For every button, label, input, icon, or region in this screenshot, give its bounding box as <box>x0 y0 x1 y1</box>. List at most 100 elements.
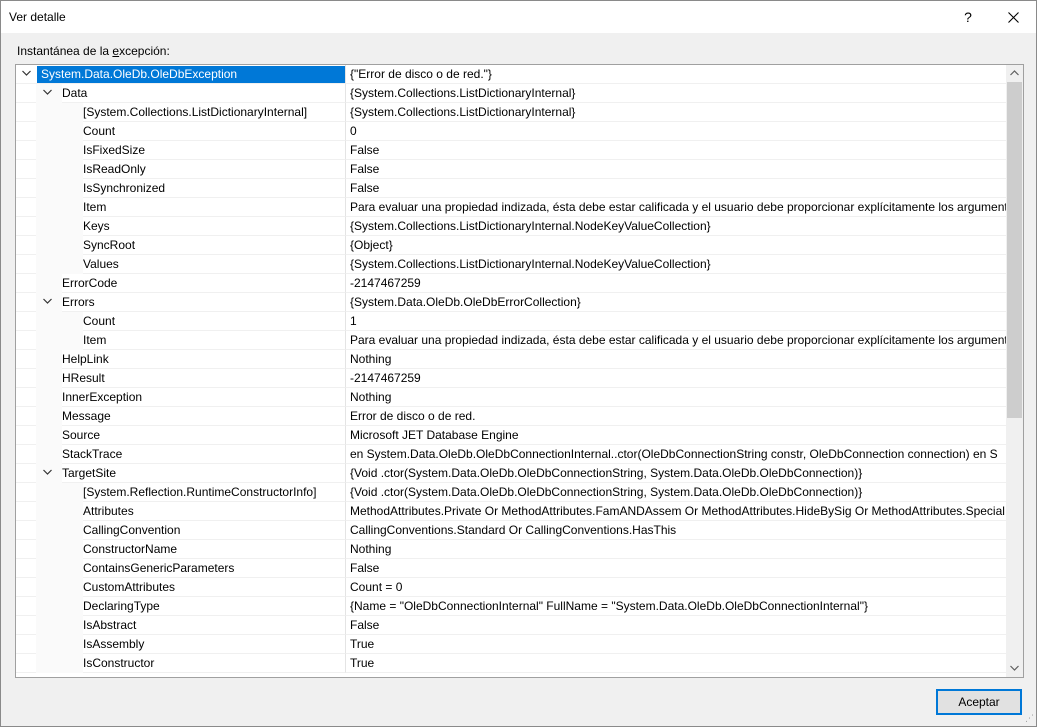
resize-grip-icon[interactable]: ⋰ <box>1022 712 1034 724</box>
tree-row[interactable]: Attributes MethodAttributes.Private Or Me… <box>16 502 1006 521</box>
property-name-cell[interactable]: [System.Collections.ListDictionaryIntern… <box>16 103 345 122</box>
property-name-cell[interactable]: Attributes <box>16 502 345 521</box>
tree-row[interactable]: IsFixedSize False <box>16 141 1006 160</box>
tree-row[interactable]: Count 1 <box>16 312 1006 331</box>
property-name-cell[interactable]: Data <box>16 84 345 103</box>
property-value[interactable]: en System.Data.OleDb.OleDbConnectionInte… <box>345 445 1006 464</box>
property-value[interactable]: Para evaluar una propiedad indizada, ést… <box>345 198 1006 217</box>
accept-button[interactable]: Aceptar <box>936 689 1022 715</box>
tree-row[interactable]: Item Para evaluar una propiedad indizada,… <box>16 198 1006 217</box>
property-name-cell[interactable]: SyncRoot <box>16 236 345 255</box>
property-value[interactable]: False <box>345 160 1006 179</box>
tree-row[interactable]: Message Error de disco o de red. <box>16 407 1006 426</box>
chevron-down-icon[interactable] <box>40 464 54 482</box>
property-name-cell[interactable]: Item <box>16 331 345 350</box>
property-value[interactable]: {System.Collections.ListDictionaryIntern… <box>345 255 1006 274</box>
property-value[interactable]: {Name = "OleDbConnectionInternal" FullNa… <box>345 597 1006 616</box>
property-value[interactable]: False <box>345 616 1006 635</box>
property-value[interactable]: {System.Collections.ListDictionaryIntern… <box>345 84 1006 103</box>
chevron-down-icon[interactable] <box>1006 660 1023 677</box>
property-value[interactable]: -2147467259 <box>345 274 1006 293</box>
property-name-cell[interactable]: IsConstructor <box>16 654 345 673</box>
tree-row[interactable]: ConstructorName Nothing <box>16 540 1006 559</box>
property-value[interactable]: False <box>345 559 1006 578</box>
property-name-cell[interactable]: Count <box>16 122 345 141</box>
tree-row[interactable]: InnerException Nothing <box>16 388 1006 407</box>
tree-row[interactable]: ContainsGenericParameters False <box>16 559 1006 578</box>
property-value[interactable]: Nothing <box>345 388 1006 407</box>
tree-row[interactable]: IsReadOnly False <box>16 160 1006 179</box>
property-value[interactable]: Count = 0 <box>345 578 1006 597</box>
property-value[interactable]: MethodAttributes.Private Or MethodAttrib… <box>345 502 1006 521</box>
property-value[interactable]: {"Error de disco o de red."} <box>345 65 1006 84</box>
tree-row[interactable]: System.Data.OleDb.OleDbException {"Error … <box>16 65 1006 84</box>
vertical-scrollbar[interactable] <box>1006 65 1023 677</box>
property-name-cell[interactable]: IsAbstract <box>16 616 345 635</box>
property-name-cell[interactable]: System.Data.OleDb.OleDbException <box>16 65 345 84</box>
property-name-cell[interactable]: IsAssembly <box>16 635 345 654</box>
scrollbar-thumb[interactable] <box>1007 82 1022 418</box>
property-name-cell[interactable]: HResult <box>16 369 345 388</box>
property-value[interactable]: True <box>345 635 1006 654</box>
exception-tree[interactable]: System.Data.OleDb.OleDbException {"Error … <box>15 64 1024 678</box>
tree-row[interactable]: SyncRoot {Object} <box>16 236 1006 255</box>
tree-row[interactable]: [System.Reflection.RuntimeConstructorInf… <box>16 483 1006 502</box>
property-name-cell[interactable]: IsReadOnly <box>16 160 345 179</box>
tree-row[interactable]: Source Microsoft JET Database Engine <box>16 426 1006 445</box>
property-name-cell[interactable]: IsSynchronized <box>16 179 345 198</box>
property-name-cell[interactable]: DeclaringType <box>16 597 345 616</box>
tree-row[interactable]: IsAbstract False <box>16 616 1006 635</box>
tree-row[interactable]: HelpLink Nothing <box>16 350 1006 369</box>
property-value[interactable]: CallingConventions.Standard Or CallingCo… <box>345 521 1006 540</box>
property-value[interactable]: False <box>345 179 1006 198</box>
property-name-cell[interactable]: [System.Reflection.RuntimeConstructorInf… <box>16 483 345 502</box>
chevron-up-icon[interactable] <box>1006 65 1023 82</box>
property-value[interactable]: 0 <box>345 122 1006 141</box>
property-value[interactable]: {Void .ctor(System.Data.OleDb.OleDbConne… <box>345 464 1006 483</box>
property-name-cell[interactable]: HelpLink <box>16 350 345 369</box>
property-name-cell[interactable]: Count <box>16 312 345 331</box>
tree-row[interactable]: IsConstructor True <box>16 654 1006 673</box>
tree-row[interactable]: IsAssembly True <box>16 635 1006 654</box>
property-name-cell[interactable]: StackTrace <box>16 445 345 464</box>
property-value[interactable]: Nothing <box>345 350 1006 369</box>
property-value[interactable]: {System.Collections.ListDictionaryIntern… <box>345 217 1006 236</box>
property-name-cell[interactable]: InnerException <box>16 388 345 407</box>
property-name-cell[interactable]: Keys <box>16 217 345 236</box>
tree-row[interactable]: Data {System.Collections.ListDictionaryIn… <box>16 84 1006 103</box>
tree-row[interactable]: StackTrace en System.Data.OleDb.OleDbCon… <box>16 445 1006 464</box>
chevron-down-icon[interactable] <box>40 84 54 102</box>
close-button[interactable] <box>991 1 1036 33</box>
property-value[interactable]: {Void .ctor(System.Data.OleDb.OleDbConne… <box>345 483 1006 502</box>
property-name-cell[interactable]: TargetSite <box>16 464 345 483</box>
property-name-cell[interactable]: Values <box>16 255 345 274</box>
property-value[interactable]: {System.Data.OleDb.OleDbErrorCollection} <box>345 293 1006 312</box>
tree-row[interactable]: ErrorCode -2147467259 <box>16 274 1006 293</box>
property-value[interactable]: Microsoft JET Database Engine <box>345 426 1006 445</box>
property-value[interactable]: {System.Collections.ListDictionaryIntern… <box>345 103 1006 122</box>
tree-row[interactable]: CallingConvention CallingConventions.Stan… <box>16 521 1006 540</box>
tree-row[interactable]: IsSynchronized False <box>16 179 1006 198</box>
property-value[interactable]: Error de disco o de red. <box>345 407 1006 426</box>
tree-row[interactable]: HResult -2147467259 <box>16 369 1006 388</box>
property-name-cell[interactable]: Message <box>16 407 345 426</box>
property-name-cell[interactable]: ErrorCode <box>16 274 345 293</box>
help-button[interactable]: ? <box>945 1 991 33</box>
tree-row[interactable]: Item Para evaluar una propiedad indizada,… <box>16 331 1006 350</box>
property-name-cell[interactable]: CustomAttributes <box>16 578 345 597</box>
property-name-cell[interactable]: Source <box>16 426 345 445</box>
property-value[interactable]: True <box>345 654 1006 673</box>
property-name-cell[interactable]: ContainsGenericParameters <box>16 559 345 578</box>
property-name-cell[interactable]: IsFixedSize <box>16 141 345 160</box>
tree-row[interactable]: [System.Collections.ListDictionaryIntern… <box>16 103 1006 122</box>
property-name-cell[interactable]: Item <box>16 198 345 217</box>
property-value[interactable]: -2147467259 <box>345 369 1006 388</box>
tree-row[interactable]: TargetSite {Void .ctor(System.Data.OleDb.… <box>16 464 1006 483</box>
tree-row[interactable]: Errors {System.Data.OleDb.OleDbErrorColle… <box>16 293 1006 312</box>
tree-row[interactable]: Keys {System.Collections.ListDictionaryIn… <box>16 217 1006 236</box>
property-name-cell[interactable]: CallingConvention <box>16 521 345 540</box>
property-value[interactable]: Para evaluar una propiedad indizada, ést… <box>345 331 1006 350</box>
property-name-cell[interactable]: ConstructorName <box>16 540 345 559</box>
tree-row[interactable]: Values {System.Collections.ListDictionary… <box>16 255 1006 274</box>
property-value[interactable]: False <box>345 141 1006 160</box>
